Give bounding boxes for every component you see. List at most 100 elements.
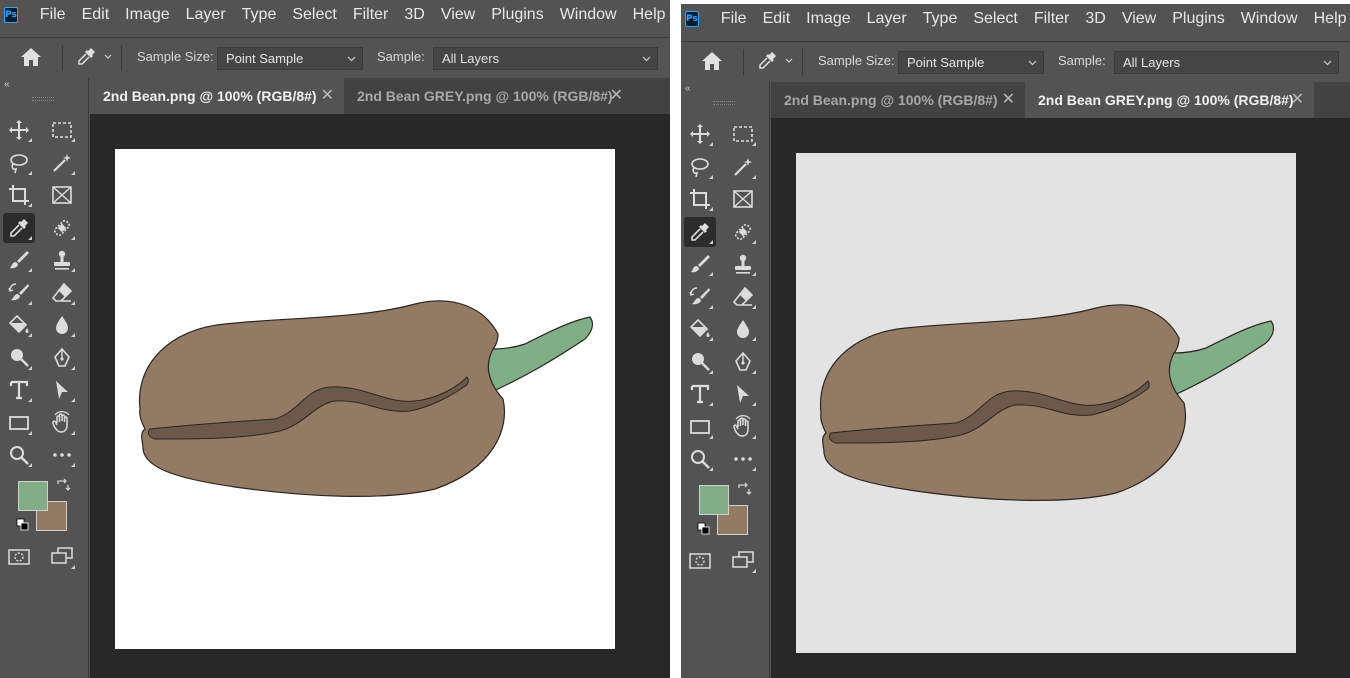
type-tool[interactable] — [684, 379, 716, 409]
foreground-color-swatch[interactable] — [18, 481, 48, 511]
default-colors-icon[interactable] — [697, 522, 711, 536]
eyedropper-icon[interactable] — [757, 49, 779, 71]
sample-select[interactable]: All Layers — [433, 47, 658, 70]
menu-plugins[interactable]: Plugins — [483, 6, 551, 24]
panel-grip[interactable] — [713, 101, 735, 105]
history-brush-tool[interactable] — [3, 278, 35, 308]
swap-colors-icon[interactable] — [55, 478, 71, 494]
screen-mode-tool[interactable] — [727, 546, 759, 576]
photoshop-logo[interactable]: Ps — [685, 11, 699, 27]
eyedropper-tool[interactable] — [684, 216, 716, 247]
menu-help[interactable]: Help — [1306, 10, 1350, 28]
home-icon[interactable] — [699, 49, 725, 73]
photoshop-logo[interactable]: Ps — [4, 7, 18, 23]
close-tab-icon[interactable]: ✕ — [1291, 82, 1304, 118]
menu-plugins[interactable]: Plugins — [1164, 10, 1232, 28]
lasso-tool[interactable] — [684, 152, 716, 182]
document-canvas[interactable] — [796, 153, 1296, 653]
paint-bucket-tool[interactable] — [3, 310, 35, 340]
document-tab[interactable]: 2nd Bean GREY.png @ 100% (RGB/8#) ✕ — [344, 78, 633, 114]
menu-layer[interactable]: Layer — [178, 6, 234, 24]
clone-stamp-tool[interactable] — [46, 245, 78, 275]
history-brush-tool[interactable] — [684, 282, 716, 312]
menu-layer[interactable]: Layer — [859, 10, 915, 28]
menu-window[interactable]: Window — [1233, 10, 1306, 28]
hand-tool[interactable] — [46, 408, 78, 438]
eraser-tool[interactable] — [727, 282, 759, 312]
panel-grip[interactable] — [32, 97, 54, 101]
menu-window[interactable]: Window — [552, 6, 625, 24]
menu-select[interactable]: Select — [284, 6, 344, 24]
menu-image[interactable]: Image — [117, 6, 177, 24]
marquee-tool[interactable] — [727, 119, 759, 149]
chevron-down-icon[interactable] — [104, 54, 112, 60]
eraser-tool[interactable] — [46, 278, 78, 308]
frame-tool[interactable] — [46, 180, 78, 210]
menu-edit[interactable]: Edit — [74, 6, 118, 24]
canvas-area[interactable] — [771, 118, 1350, 678]
menu-file[interactable]: File — [713, 10, 755, 28]
menu-filter[interactable]: Filter — [1026, 10, 1078, 28]
move-tool[interactable] — [3, 115, 35, 145]
document-tab[interactable]: 2nd Bean GREY.png @ 100% (RGB/8#) ✕ — [1025, 82, 1314, 118]
crop-tool[interactable] — [3, 180, 35, 210]
hand-tool[interactable] — [727, 412, 759, 442]
swap-colors-icon[interactable] — [736, 482, 752, 498]
menu-3d[interactable]: 3D — [396, 6, 432, 24]
healing-brush-tool[interactable] — [46, 213, 78, 243]
screen-mode-tool[interactable] — [46, 542, 78, 572]
chevron-down-icon[interactable] — [785, 58, 793, 64]
frame-tool[interactable] — [727, 184, 759, 214]
menu-filter[interactable]: Filter — [345, 6, 397, 24]
menu-edit[interactable]: Edit — [755, 10, 799, 28]
sample-size-select[interactable]: Point Sample — [898, 51, 1044, 74]
magic-wand-tool[interactable] — [46, 148, 78, 178]
menu-select[interactable]: Select — [965, 10, 1025, 28]
eyedropper-icon[interactable] — [76, 45, 98, 67]
foreground-color-swatch[interactable] — [699, 485, 729, 515]
quick-mask-tool[interactable] — [684, 546, 716, 576]
dodge-tool[interactable] — [684, 347, 716, 377]
magic-wand-tool[interactable] — [727, 152, 759, 182]
pen-tool[interactable] — [727, 347, 759, 377]
blur-tool[interactable] — [727, 314, 759, 344]
collapse-panel-icon[interactable]: « — [685, 83, 691, 94]
menu-3d[interactable]: 3D — [1077, 10, 1113, 28]
sample-size-select[interactable]: Point Sample — [217, 47, 363, 70]
menu-image[interactable]: Image — [798, 10, 858, 28]
rectangle-tool[interactable] — [684, 412, 716, 442]
rectangle-tool[interactable] — [3, 408, 35, 438]
close-tab-icon[interactable]: ✕ — [610, 78, 623, 114]
menu-view[interactable]: View — [433, 6, 483, 24]
more-tool[interactable] — [46, 440, 78, 470]
canvas-area[interactable] — [90, 114, 670, 678]
clone-stamp-tool[interactable] — [727, 249, 759, 279]
healing-brush-tool[interactable] — [727, 217, 759, 247]
lasso-tool[interactable] — [3, 148, 35, 178]
menu-type[interactable]: Type — [915, 10, 966, 28]
close-tab-icon[interactable]: ✕ — [321, 78, 334, 114]
zoom-tool[interactable] — [3, 440, 35, 470]
eyedropper-tool[interactable] — [3, 212, 35, 243]
brush-tool[interactable] — [3, 245, 35, 275]
document-tab[interactable]: 2nd Bean.png @ 100% (RGB/8#) ✕ — [771, 82, 1025, 118]
close-tab-icon[interactable]: ✕ — [1002, 82, 1015, 118]
move-tool[interactable] — [684, 119, 716, 149]
home-icon[interactable] — [18, 45, 44, 69]
menu-view[interactable]: View — [1114, 10, 1164, 28]
paint-bucket-tool[interactable] — [684, 314, 716, 344]
sample-select[interactable]: All Layers — [1114, 51, 1339, 74]
menu-file[interactable]: File — [32, 6, 74, 24]
quick-mask-tool[interactable] — [3, 542, 35, 572]
pen-tool[interactable] — [46, 343, 78, 373]
menu-type[interactable]: Type — [234, 6, 285, 24]
zoom-tool[interactable] — [684, 444, 716, 474]
marquee-tool[interactable] — [46, 115, 78, 145]
path-selection-tool[interactable] — [46, 375, 78, 405]
path-selection-tool[interactable] — [727, 379, 759, 409]
document-tab[interactable]: 2nd Bean.png @ 100% (RGB/8#) ✕ — [90, 78, 344, 114]
blur-tool[interactable] — [46, 310, 78, 340]
default-colors-icon[interactable] — [16, 518, 30, 532]
crop-tool[interactable] — [684, 184, 716, 214]
type-tool[interactable] — [3, 375, 35, 405]
